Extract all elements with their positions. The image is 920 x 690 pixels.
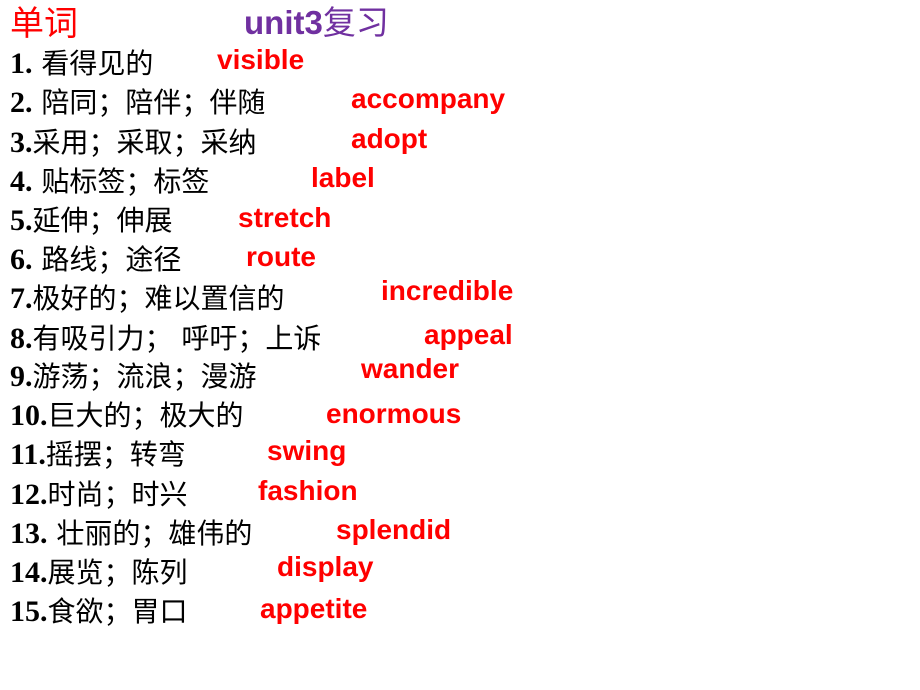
vocab-item-english: fashion (258, 475, 358, 506)
vocab-item-number: 11. (10, 438, 46, 471)
vocab-item-number: 5. (10, 204, 33, 237)
vocab-item-meaning: 5.延伸；伸展 (10, 199, 173, 239)
vocab-item-meaning: 9.游荡；流浪；漫游 (10, 355, 257, 395)
vocab-item-chinese: 路线；途径 (32, 243, 182, 276)
unit-title: unit3复习 (244, 0, 389, 44)
vocab-item-chinese: 有吸引力； 呼吁；上诉 (32, 322, 322, 355)
vocab-item-english: adopt (351, 123, 428, 154)
vocab-item-meaning: 10.巨大的；极大的 (10, 394, 244, 434)
vocab-item-chinese: 贴标签；标签 (32, 165, 210, 198)
vocab-item-chinese: 延伸；伸展 (32, 204, 173, 237)
vocab-item-meaning: 15.食欲；胃口 (10, 590, 188, 630)
vocab-item-meaning: 7.极好的；难以置信的 (10, 277, 285, 317)
vocab-item-number: 6. (10, 243, 33, 276)
vocab-item-number: 7. (10, 282, 33, 315)
vocab-item-chinese: 极好的；难以置信的 (32, 282, 285, 315)
vocab-item-number: 9. (10, 360, 33, 393)
vocab-item-number: 2. (10, 86, 33, 119)
vocab-item-meaning: 4. 贴标签；标签 (10, 160, 209, 200)
vocab-item-english: appeal (424, 319, 513, 350)
vocab-item-meaning: 2. 陪同；陪伴；伴随 (10, 81, 265, 121)
vocab-item-english: accompany (351, 83, 506, 114)
vocab-item-number: 10. (10, 399, 48, 432)
vocab-item-meaning: 6. 路线；途径 (10, 238, 181, 278)
vocab-item-english: visible (217, 44, 305, 75)
vocab-item-number: 15. (10, 595, 48, 628)
vocab-item-meaning: 14.展览；陈列 (10, 551, 188, 591)
vocab-item-meaning: 3.采用；采取；采纳 (10, 121, 257, 161)
vocab-item-meaning: 11.摇摆；转弯 (10, 433, 186, 473)
vocab-item-meaning: 12.时尚；时兴 (10, 473, 188, 513)
vocab-item-chinese: 采用；采取；采纳 (32, 126, 257, 159)
unit-title-suffix: 复习 (322, 3, 389, 42)
vocab-item-chinese: 陪同；陪伴；伴随 (32, 86, 266, 119)
vocab-item-english: stretch (238, 202, 332, 233)
vocab-item-number: 4. (10, 165, 33, 198)
vocab-item-english: display (277, 551, 374, 582)
vocab-item-chinese: 展览；陈列 (47, 556, 188, 589)
vocab-item-english: appetite (260, 593, 368, 624)
vocab-item-meaning: 8.有吸引力； 呼吁；上诉 (10, 317, 321, 357)
vocab-item-chinese: 时尚；时兴 (47, 478, 188, 511)
vocab-item-english: label (311, 162, 375, 193)
vocab-item-english: wander (361, 353, 460, 384)
vocab-item-chinese: 摇摆；转弯 (45, 438, 186, 471)
vocab-item-chinese: 看得见的 (32, 47, 154, 80)
unit-title-prefix: unit3 (244, 4, 323, 41)
vocab-item-english: splendid (336, 514, 452, 545)
vocab-item-chinese: 游荡；流浪；漫游 (32, 360, 257, 393)
vocab-item-meaning: 1. 看得见的 (10, 42, 153, 82)
vocab-item-english: incredible (381, 275, 514, 306)
vocab-item-chinese: 巨大的；极大的 (47, 399, 244, 432)
section-title: 单词 (10, 4, 78, 44)
vocab-item-number: 8. (10, 322, 33, 355)
vocab-item-number: 13. (10, 517, 48, 550)
vocab-item-number: 3. (10, 126, 33, 159)
vocab-item-number: 14. (10, 556, 48, 589)
vocab-item-english: route (246, 241, 316, 272)
vocab-item-number: 1. (10, 47, 33, 80)
vocab-item-meaning: 13. 壮丽的；雄伟的 (10, 512, 252, 552)
vocab-item-english: enormous (326, 398, 462, 429)
vocab-item-number: 12. (10, 478, 48, 511)
vocab-item-chinese: 食欲；胃口 (47, 595, 188, 628)
vocab-item-chinese: 壮丽的；雄伟的 (47, 517, 253, 550)
vocab-item-english: swing (267, 435, 347, 466)
